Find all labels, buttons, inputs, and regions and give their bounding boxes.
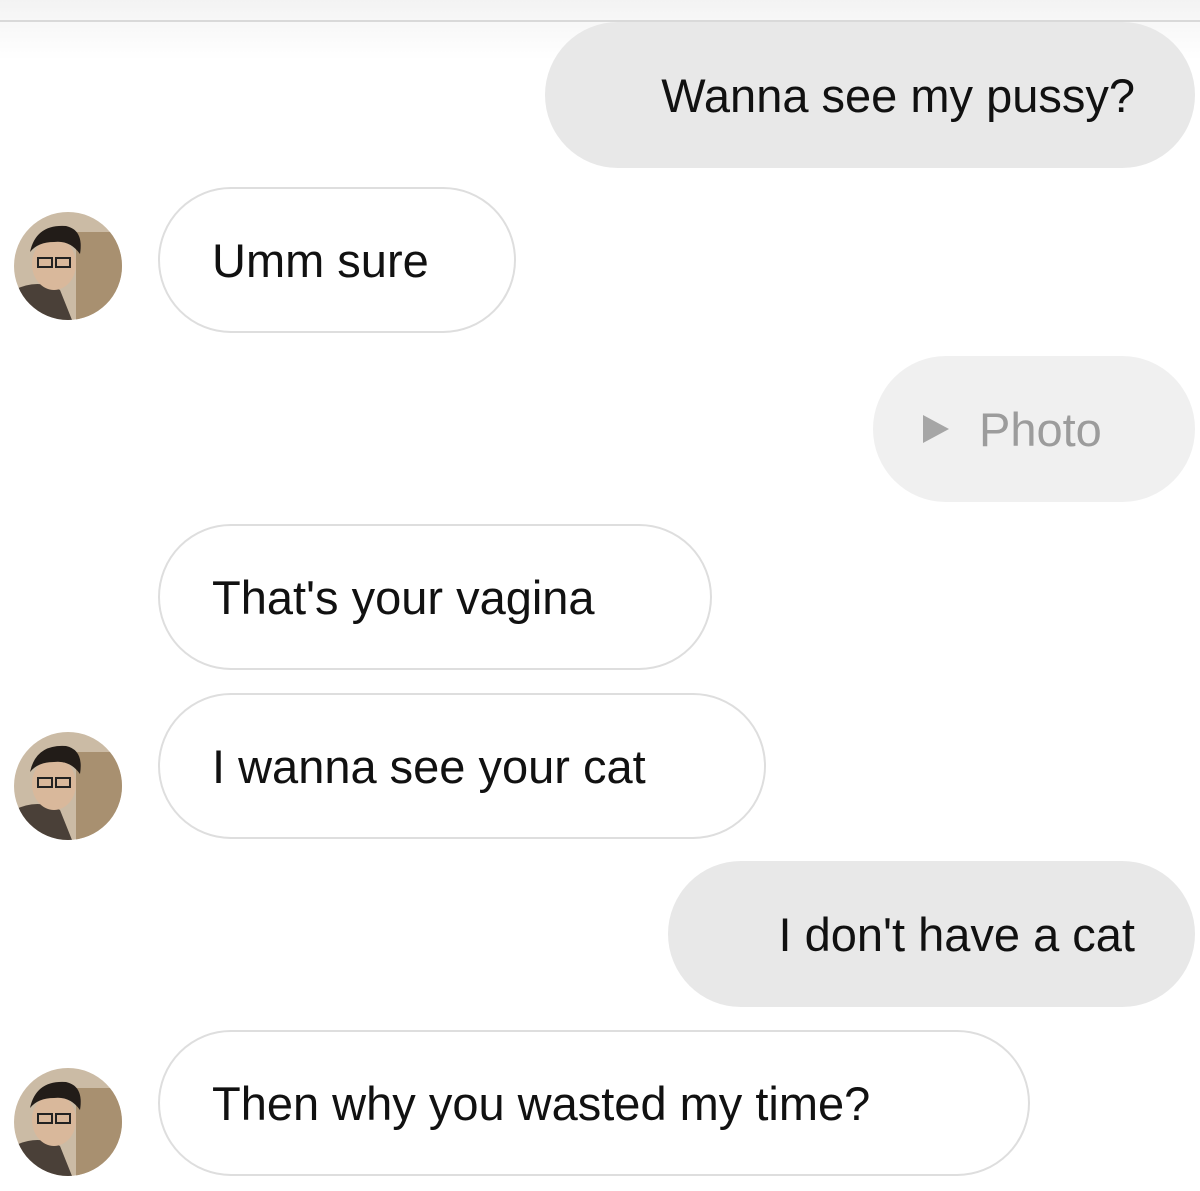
contact-avatar[interactable]: [14, 1068, 122, 1176]
message-bubble-sent[interactable]: I don't have a cat: [668, 861, 1195, 1007]
message-bubble-received[interactable]: Umm sure: [158, 187, 516, 333]
message-bubble-received[interactable]: Then why you wasted my time?: [158, 1030, 1030, 1176]
message-bubble-received[interactable]: That's your vagina: [158, 524, 712, 670]
message-bubble-sent[interactable]: Wanna see my pussy?: [545, 22, 1195, 168]
message-text: Umm sure: [212, 233, 429, 287]
play-icon: [923, 415, 949, 443]
message-bubble-received[interactable]: I wanna see your cat: [158, 693, 766, 839]
chat-screen: Wanna see my pussy? Umm sure Photo That'…: [0, 0, 1200, 1191]
message-text: I wanna see your cat: [212, 739, 646, 793]
photo-label: Photo: [979, 402, 1102, 456]
contact-avatar[interactable]: [14, 732, 122, 840]
message-text: Then why you wasted my time?: [212, 1076, 871, 1130]
photo-message-bubble[interactable]: Photo: [873, 356, 1195, 502]
contact-avatar[interactable]: [14, 212, 122, 320]
message-text: I don't have a cat: [778, 907, 1136, 961]
message-text: That's your vagina: [212, 570, 595, 624]
message-text: Wanna see my pussy?: [661, 68, 1135, 122]
